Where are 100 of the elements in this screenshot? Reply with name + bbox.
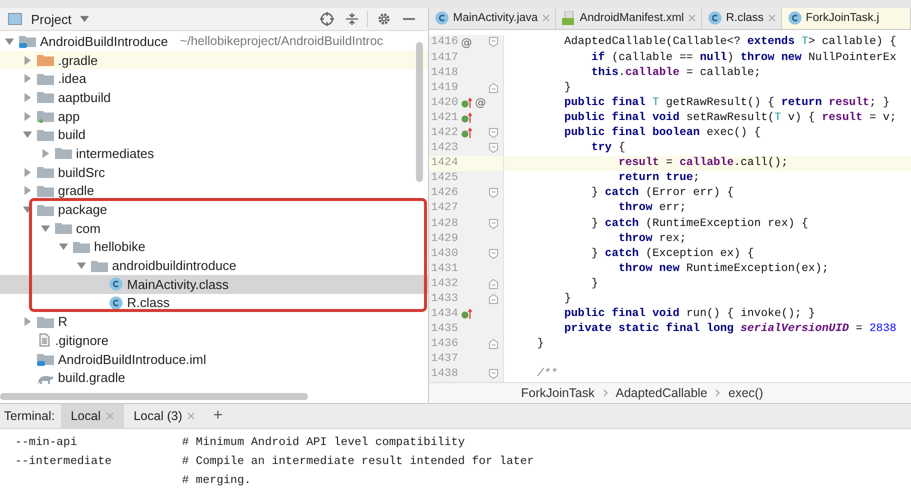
- manifest-file-icon: [562, 11, 576, 26]
- editor-tab[interactable]: R.class: [702, 8, 782, 29]
- class-icon: [109, 296, 123, 310]
- breadcrumb[interactable]: AdaptedCallable: [616, 386, 708, 400]
- tree-item-label: gradle: [58, 183, 94, 198]
- expanded-arrow-icon[interactable]: [77, 261, 86, 270]
- fold-icon[interactable]: [489, 143, 498, 154]
- tree-item-label: AndroidBuildIntroduce: [40, 34, 168, 49]
- fold-icon[interactable]: [489, 128, 498, 138]
- expanded-arrow-icon[interactable]: [23, 130, 32, 140]
- line-number: 1435: [430, 323, 460, 336]
- expanded-arrow-icon[interactable]: [23, 205, 32, 214]
- dropdown-caret-icon[interactable]: [80, 16, 90, 22]
- collapsed-arrow-icon[interactable]: [23, 317, 32, 326]
- tree-item[interactable]: intermediates: [0, 144, 428, 163]
- collapsed-arrow-icon[interactable]: [23, 186, 32, 196]
- collapsed-arrow-icon[interactable]: [23, 92, 32, 102]
- collapsed-arrow-icon[interactable]: [41, 148, 50, 158]
- close-icon[interactable]: [187, 412, 196, 420]
- fold-end-icon[interactable]: [489, 339, 498, 350]
- fold-icon[interactable]: [489, 248, 498, 259]
- line-number: 1430: [430, 248, 460, 260]
- tree-item[interactable]: MainActivity.class: [0, 274, 428, 294]
- editor-tab[interactable]: ForkJoinTask.j: [782, 8, 911, 29]
- tree-item[interactable]: com: [0, 218, 428, 238]
- fold-end-icon[interactable]: [489, 82, 498, 93]
- fold-icon[interactable]: [489, 218, 498, 229]
- code-line: private static final long serialVersionUID = 2838: [563, 323, 896, 336]
- terminal-tab[interactable]: Local: [60, 404, 124, 428]
- tree-item[interactable]: .idea: [0, 69, 428, 88]
- fold-icon[interactable]: [489, 369, 498, 380]
- tree-item[interactable]: R: [0, 312, 428, 331]
- tree-item[interactable]: hellobike: [0, 238, 428, 256]
- tree-item[interactable]: build.gradle: [0, 368, 428, 388]
- tree-item[interactable]: app: [0, 106, 428, 126]
- editor-tab[interactable]: MainActivity.java: [429, 8, 556, 29]
- fold-icon[interactable]: [489, 37, 498, 48]
- implements-marker-icon[interactable]: [461, 112, 473, 124]
- tree-item[interactable]: buildSrc: [0, 162, 428, 182]
- fold-end-icon[interactable]: [489, 294, 498, 304]
- implements-marker-icon[interactable]: [461, 96, 473, 109]
- line-number: 1433: [430, 293, 460, 306]
- project-path: ~/hellobikeproject/AndroidBuildIntroc: [180, 34, 384, 48]
- tree-item-label: .gradle: [58, 52, 98, 68]
- panel-title[interactable]: Project: [31, 12, 72, 26]
- code-line: } catch (Error err) {: [590, 187, 734, 200]
- code-line: } catch (Exception ex) {: [590, 248, 754, 260]
- collapsed-arrow-icon[interactable]: [23, 74, 32, 84]
- tree-item-label: R: [58, 314, 68, 330]
- folder-icon: [37, 184, 54, 198]
- line-number: 1434: [430, 308, 460, 320]
- close-icon[interactable]: [688, 14, 696, 22]
- implements-marker-icon[interactable]: [461, 308, 473, 320]
- breadcrumb[interactable]: ForkJoinTask: [521, 386, 595, 400]
- module-folder-icon: [37, 352, 54, 366]
- crosshair-icon[interactable]: [320, 12, 334, 26]
- terminal-comment: # Minimum Android API level compatibility: [182, 436, 465, 449]
- vertical-scrollbar[interactable]: [416, 42, 423, 182]
- close-icon[interactable]: [106, 412, 114, 420]
- line-number: 1421: [430, 112, 460, 124]
- close-icon[interactable]: [542, 14, 550, 22]
- new-tab-button[interactable]: +: [205, 407, 231, 425]
- tree-item-label: .idea: [58, 71, 86, 86]
- breadcrumb[interactable]: exec(): [728, 386, 764, 400]
- expanded-arrow-icon[interactable]: [41, 224, 50, 233]
- line-number: 1416: [430, 36, 460, 48]
- close-icon[interactable]: [768, 14, 776, 22]
- collapse-all-icon[interactable]: [346, 12, 358, 26]
- tree-item[interactable]: AndroidBuildIntroduce ~/hellobikeproject/AndroidBuildIntroc: [0, 32, 428, 51]
- tree-item[interactable]: gradle: [0, 182, 428, 200]
- collapsed-arrow-icon[interactable]: [23, 112, 32, 121]
- collapsed-arrow-icon[interactable]: [23, 168, 32, 177]
- tree-item[interactable]: R.class: [0, 294, 428, 312]
- folder-icon: [37, 72, 54, 86]
- expanded-arrow-icon[interactable]: [5, 36, 14, 46]
- folder-icon: [37, 165, 54, 180]
- code-line: }: [590, 278, 598, 290]
- implements-marker-icon[interactable]: [461, 126, 473, 139]
- fold-end-icon[interactable]: [489, 278, 498, 289]
- tree-item[interactable]: package: [0, 200, 428, 219]
- class-icon: [708, 11, 722, 26]
- editor-tab[interactable]: AndroidManifest.xml: [556, 8, 702, 29]
- tree-item[interactable]: .gitignore: [0, 331, 428, 350]
- tree-item-label: package: [58, 202, 108, 218]
- tree-item[interactable]: AndroidBuildIntroduce.iml: [0, 350, 428, 368]
- line-number: 1420: [430, 96, 460, 109]
- terminal-tab[interactable]: Local (3): [124, 404, 206, 428]
- horizontal-scrollbar[interactable]: [0, 393, 308, 400]
- code-line: } catch (RuntimeException rex) {: [590, 218, 808, 230]
- collapsed-arrow-icon[interactable]: [23, 56, 32, 65]
- line-number: 1429: [430, 232, 460, 245]
- tree-item[interactable]: build: [0, 125, 428, 144]
- line-number: 1425: [430, 172, 460, 184]
- tree-item[interactable]: .gradle: [0, 50, 428, 70]
- fold-icon[interactable]: [489, 188, 498, 198]
- tree-item[interactable]: aaptbuild: [0, 88, 428, 107]
- settings-icon[interactable]: [377, 12, 391, 26]
- expanded-arrow-icon[interactable]: [59, 242, 68, 252]
- tree-item[interactable]: androidbuildintroduce: [0, 256, 428, 275]
- line-number: 1424: [430, 157, 460, 170]
